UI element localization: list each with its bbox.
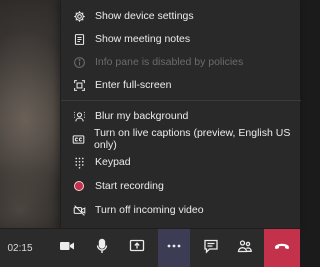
menu-item-label: Blur my background [95, 110, 189, 122]
microphone-icon [94, 238, 110, 259]
more-options-button[interactable] [158, 229, 190, 267]
microphone-button[interactable] [88, 229, 116, 267]
menu-item-incoming-video[interactable]: Turn off incoming video [61, 199, 301, 221]
menu-item-label: Info pane is disabled by policies [95, 56, 244, 68]
menu-item-label: Start recording [95, 180, 164, 192]
menu-item-full-screen[interactable]: Enter full-screen [61, 74, 301, 96]
participants-icon [237, 238, 253, 259]
hang-up-button[interactable] [264, 229, 300, 267]
notes-icon [72, 32, 86, 46]
captions-icon [72, 132, 85, 146]
info-icon [72, 55, 86, 69]
keypad-icon [72, 155, 86, 169]
call-timer: 02:15 [7, 243, 33, 254]
blur-background-icon [72, 109, 86, 123]
menu-item-live-captions[interactable]: Turn on live captions (preview, English … [61, 127, 301, 151]
chat-button[interactable] [197, 229, 225, 267]
camera-icon [59, 238, 75, 259]
fullscreen-icon [72, 78, 86, 92]
gear-icon [72, 9, 86, 23]
menu-item-info-pane: Info pane is disabled by policies [61, 51, 301, 73]
menu-item-blur-background[interactable]: Blur my background [61, 105, 301, 127]
share-screen-icon [129, 238, 145, 259]
record-icon [72, 179, 86, 193]
participants-button[interactable] [230, 229, 260, 267]
video-off-icon [72, 203, 86, 217]
share-screen-button[interactable] [122, 229, 152, 267]
menu-item-label: Enter full-screen [95, 79, 172, 91]
menu-item-label: Show meeting notes [95, 33, 191, 45]
menu-item-keypad[interactable]: Keypad [61, 151, 301, 173]
menu-item-device-settings[interactable]: Show device settings [61, 5, 301, 27]
more-options-icon [166, 238, 182, 259]
menu-item-label: Turn on live captions (preview, English … [94, 127, 291, 151]
menu-divider [61, 100, 301, 101]
hang-up-icon [274, 238, 290, 259]
camera-button[interactable] [52, 229, 82, 267]
menu-item-meeting-notes[interactable]: Show meeting notes [61, 28, 301, 50]
menu-item-start-recording[interactable]: Start recording [61, 175, 301, 197]
menu-item-label: Show device settings [95, 10, 194, 22]
call-toolbar: 02:15 [0, 228, 300, 267]
chat-icon [203, 238, 219, 259]
menu-item-label: Keypad [95, 156, 131, 168]
menu-item-label: Turn off incoming video [95, 204, 204, 216]
more-options-menu: Show device settings Show meeting notes … [60, 0, 301, 228]
